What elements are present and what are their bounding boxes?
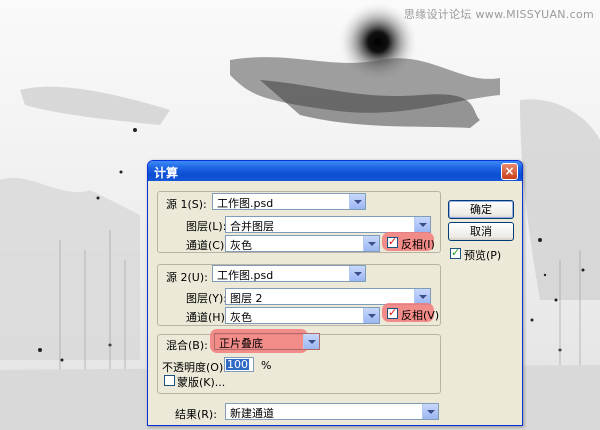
preview-checkbox[interactable]	[450, 246, 461, 259]
preview-label[interactable]: 预览(P)	[464, 247, 501, 263]
watermark-text: 思缘设计论坛 www.MISSYUAN.com	[403, 8, 594, 21]
cancel-button[interactable]: 取消	[448, 222, 514, 241]
source1-layer-select[interactable]: 合并图层	[225, 216, 431, 233]
chevron-down-icon	[363, 236, 379, 251]
chevron-down-icon	[414, 217, 430, 232]
mask-label[interactable]: 蒙版(K)...	[177, 374, 225, 390]
result-value: 新建通道	[230, 407, 274, 420]
opacity-value: 100	[226, 358, 249, 371]
opacity-unit: %	[261, 359, 272, 372]
source1-file-select[interactable]: 工作图.psd	[212, 193, 366, 210]
source2-layer-label: 图层(Y):	[186, 292, 228, 305]
blend-label: 混合(B):	[166, 339, 208, 352]
opacity-label: 不透明度(O):	[162, 361, 227, 374]
ok-button[interactable]: 确定	[448, 200, 514, 219]
blend-mode-value: 正片叠底	[219, 337, 263, 350]
opacity-input[interactable]: 100	[224, 357, 254, 372]
source2-channel-select[interactable]: 灰色	[225, 307, 380, 324]
source1-layer-value: 合并图层	[230, 220, 274, 233]
source1-channel-select[interactable]: 灰色	[225, 235, 380, 252]
dialog-title: 计算	[154, 166, 179, 180]
chevron-down-icon	[303, 334, 319, 349]
source1-layer-label: 图层(L):	[186, 220, 227, 233]
title-bar[interactable]: 计算 ×	[148, 161, 522, 181]
source2-label: 源 2(U):	[166, 271, 208, 284]
invert2-label[interactable]: 反相(V)	[401, 307, 439, 323]
close-icon: ×	[504, 164, 515, 178]
source1-channel-label: 通道(C):	[186, 239, 228, 252]
chevron-down-icon	[363, 308, 379, 323]
invert1-label[interactable]: 反相(I)	[401, 236, 435, 252]
invert2-checkbox[interactable]	[387, 306, 398, 319]
chevron-down-icon	[414, 289, 430, 304]
chevron-down-icon	[349, 266, 365, 281]
result-label: 结果(R):	[175, 408, 217, 421]
source2-layer-value: 图层 2	[230, 292, 263, 305]
source2-channel-label: 通道(H):	[186, 311, 229, 324]
close-button[interactable]: ×	[501, 163, 518, 180]
result-select[interactable]: 新建通道	[225, 403, 439, 420]
source2-file-value: 工作图.psd	[217, 269, 274, 282]
source1-label: 源 1(S):	[166, 198, 207, 211]
invert1-checkbox[interactable]	[387, 235, 398, 248]
mask-checkbox[interactable]	[164, 375, 175, 386]
calculations-dialog: 计算 × 源 1(S): 工作图.psd 图层(L): 合并图层 通道(C): …	[147, 160, 523, 426]
source2-channel-value: 灰色	[230, 311, 252, 324]
source1-file-value: 工作图.psd	[217, 197, 274, 210]
source1-channel-value: 灰色	[230, 239, 252, 252]
chevron-down-icon	[349, 194, 365, 209]
source2-file-select[interactable]: 工作图.psd	[212, 265, 366, 282]
blend-mode-select[interactable]: 正片叠底	[214, 333, 320, 350]
chevron-down-icon	[422, 404, 438, 419]
